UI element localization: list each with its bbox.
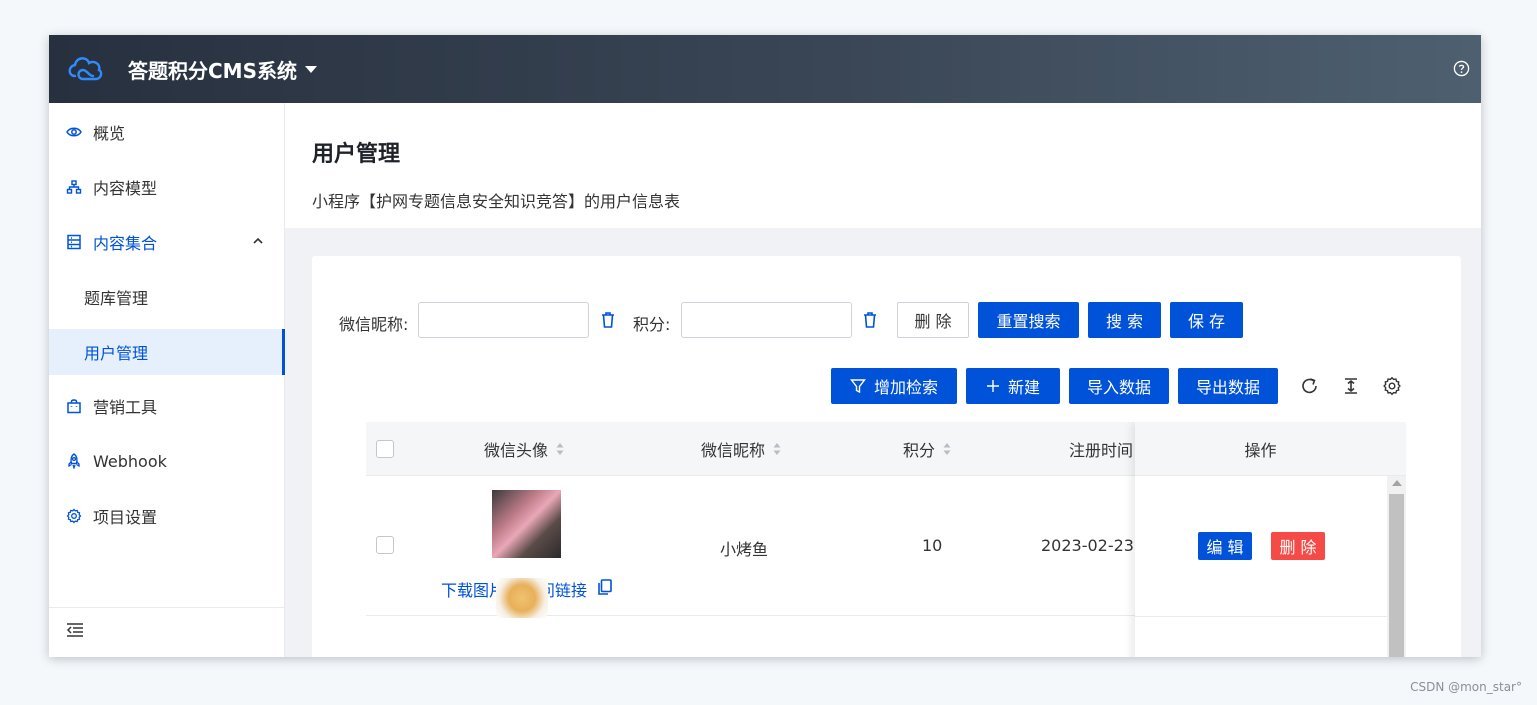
sidebar-item-project-settings[interactable]: 项目设置 [49, 493, 285, 539]
scroll-up-arrow-icon[interactable] [1392, 480, 1402, 486]
database-icon [67, 234, 81, 250]
add-filter-label: 增加检索 [873, 378, 938, 397]
column-height-icon[interactable] [1341, 376, 1361, 396]
column-label: 微信昵称 [701, 441, 766, 460]
operations-column: 操作 编 辑 删 除 [1135, 422, 1406, 657]
score-cell: 10 [922, 536, 943, 555]
column-header-score[interactable]: 积分 [903, 422, 951, 476]
trash-icon[interactable] [862, 311, 878, 329]
sidebar-item-label: Webhook [93, 451, 167, 471]
sidebar-item-label: 营销工具 [93, 398, 158, 417]
score-label: 积分: [633, 315, 671, 334]
column-header-operations: 操作 [1135, 422, 1406, 476]
column-label: 积分 [903, 441, 936, 460]
rocket-icon [68, 453, 80, 469]
sidebar-item-marketing[interactable]: 营销工具 [49, 383, 285, 429]
scrollbar-thumb[interactable] [1389, 494, 1404, 657]
sitemap-icon [66, 180, 82, 194]
sidebar-item-question-bank[interactable]: 题库管理 [49, 274, 285, 320]
nickname-label: 微信昵称: [339, 315, 409, 334]
app-title: 答题积分CMS系统 [128, 59, 297, 83]
sidebar-item-label: 项目设置 [93, 508, 158, 527]
table-scrollbar[interactable] [1387, 476, 1406, 657]
row-divider [1135, 616, 1387, 617]
new-button[interactable]: 新建 [966, 368, 1060, 404]
sidebar-item-webhook[interactable]: Webhook [49, 438, 285, 484]
collapse-menu-icon[interactable] [66, 622, 84, 638]
import-data-button[interactable]: 导入数据 [1069, 368, 1169, 404]
new-label: 新建 [1007, 378, 1040, 397]
user-avatar-image [496, 578, 548, 618]
plus-icon [986, 380, 999, 392]
chevron-up-icon [253, 237, 263, 244]
eye-icon [66, 127, 82, 137]
copy-icon[interactable] [598, 579, 612, 595]
help-icon[interactable] [1453, 60, 1470, 77]
sidebar-item-label: 内容集合 [93, 234, 158, 253]
delete-button[interactable]: 删 除 [897, 302, 969, 338]
search-button[interactable]: 搜 索 [1088, 302, 1161, 338]
export-data-button[interactable]: 导出数据 [1178, 368, 1278, 404]
save-button[interactable]: 保 存 [1170, 302, 1243, 338]
column-label: 注册时间 [1069, 441, 1134, 460]
gear-icon [66, 508, 82, 524]
sidebar-item-label: 题库管理 [84, 289, 149, 308]
sort-icon[interactable] [556, 442, 564, 456]
content-card: 微信昵称: 积分: 删 除 重置搜索 搜 索 保 存 增加检索 新建 导入数据 … [312, 256, 1461, 657]
add-filter-button[interactable]: 增加检索 [831, 368, 957, 404]
caret-down-icon [304, 66, 317, 73]
settings-icon[interactable] [1382, 376, 1402, 396]
shopping-bag-icon [67, 399, 81, 414]
column-header-registered: 注册时间 [1069, 422, 1133, 476]
column-header-nickname[interactable]: 微信昵称 [701, 422, 781, 476]
user-avatar-image [492, 490, 561, 558]
sidebar-divider [49, 607, 285, 608]
page-header: 用户管理 小程序【护网专题信息安全知识竞答】的用户信息表 [285, 103, 1481, 228]
app-title-dropdown[interactable]: 答题积分CMS系统 [128, 55, 317, 84]
sidebar: 概览 内容模型 内容集合 题库管理 用户管理 营销工具 Webhook 项目设置 [49, 103, 285, 657]
top-bar: 答题积分CMS系统 [49, 35, 1481, 103]
sidebar-item-users[interactable]: 用户管理 [49, 329, 285, 375]
score-search-input[interactable] [681, 302, 852, 338]
filter-icon [850, 379, 866, 394]
row-checkbox[interactable] [376, 536, 394, 554]
cloud-logo-icon [68, 57, 103, 81]
column-label: 微信头像 [484, 441, 549, 460]
sidebar-item-overview[interactable]: 概览 [49, 109, 285, 155]
sidebar-item-label: 概览 [93, 124, 126, 143]
watermark: CSDN @mon_star° [1410, 680, 1522, 694]
select-all-checkbox[interactable] [376, 440, 394, 458]
page-title: 用户管理 [312, 142, 401, 167]
main-content: 用户管理 小程序【护网专题信息安全知识竞答】的用户信息表 微信昵称: 积分: 删… [285, 103, 1481, 657]
app-window: 答题积分CMS系统 概览 内容模型 内容集合 题库管理 用户管理 营销工具 We… [49, 35, 1481, 657]
sort-icon[interactable] [773, 442, 781, 456]
registered-time-cell: 2023-02-23 2 [1041, 536, 1150, 555]
reset-search-button[interactable]: 重置搜索 [978, 302, 1079, 338]
sidebar-item-label: 内容模型 [93, 179, 158, 198]
nickname-search-input[interactable] [418, 302, 589, 338]
sort-icon[interactable] [943, 442, 951, 456]
sidebar-item-content-collection[interactable]: 内容集合 [49, 219, 285, 265]
page-description: 小程序【护网专题信息安全知识竞答】的用户信息表 [312, 192, 681, 211]
sidebar-item-content-model[interactable]: 内容模型 [49, 164, 285, 210]
refresh-icon[interactable] [1300, 376, 1320, 396]
nickname-cell: 小烤鱼 [720, 540, 769, 559]
row-delete-button[interactable]: 删 除 [1271, 532, 1325, 560]
column-header-avatar[interactable]: 微信头像 [484, 422, 564, 476]
edit-button[interactable]: 编 辑 [1198, 532, 1252, 560]
sidebar-item-label: 用户管理 [84, 344, 149, 363]
trash-icon[interactable] [600, 311, 616, 329]
user-table: 微信头像 微信昵称 积分 注册时间 下载图片 访问链接 小烤鱼 10 2023-… [366, 422, 1406, 657]
